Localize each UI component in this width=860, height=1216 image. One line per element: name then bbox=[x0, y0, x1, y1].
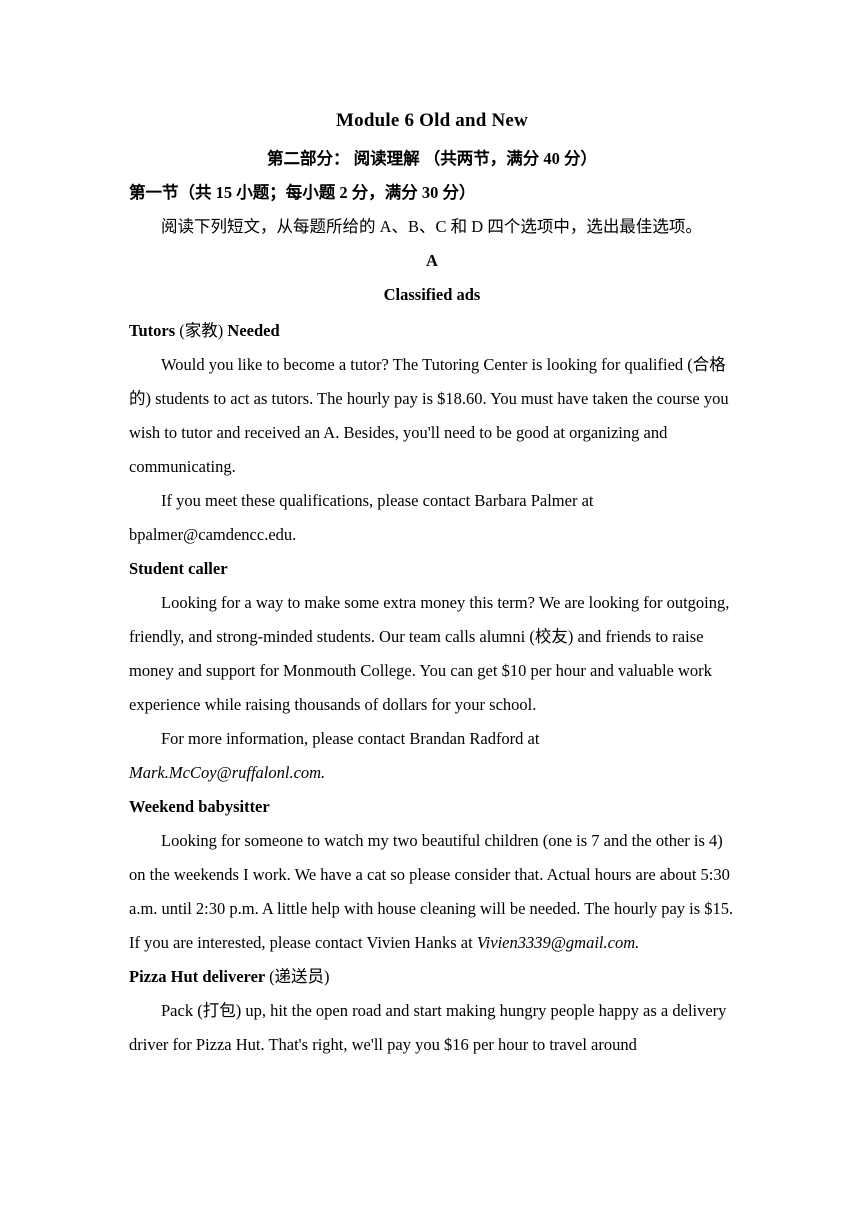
ad-paragraph: Pack (打包) up, hit the open road and star… bbox=[129, 1001, 727, 1054]
passage-title: Classified ads bbox=[383, 285, 481, 304]
ad-heading-annotation: (递送员) bbox=[269, 967, 330, 986]
ad-contact-intro: If you meet these qualifications, please… bbox=[161, 491, 594, 510]
ad-heading-annotation: (家教) bbox=[179, 321, 224, 340]
ad-heading-pre: Tutors bbox=[129, 321, 180, 340]
section-heading: 第一节（共 15 小题；每小题 2 分，满分 30 分） bbox=[129, 183, 476, 202]
ad-heading: Tutors (家教) Needed bbox=[129, 314, 735, 348]
ad-paragraph: Looking for someone to watch my two beau… bbox=[129, 831, 734, 918]
passage-letter: A bbox=[426, 251, 438, 270]
document-page: Module 6 Old and New 第二部分： 阅读理解 （共两节，满分 … bbox=[0, 0, 860, 1216]
ad-block-student-caller: Student caller Looking for a way to make… bbox=[129, 552, 735, 790]
ad-heading-pre: Student caller bbox=[129, 559, 228, 578]
ad-heading-pre: Weekend babysitter bbox=[129, 797, 270, 816]
page-title: Module 6 Old and New bbox=[336, 110, 528, 131]
ad-heading: Student caller bbox=[129, 552, 735, 586]
part-heading: 第二部分： 阅读理解 （共两节，满分 40 分） bbox=[267, 149, 597, 168]
ad-heading-post: Needed bbox=[223, 321, 280, 340]
ad-heading: Pizza Hut deliverer (递送员) bbox=[129, 960, 735, 994]
ad-contact-email: Vivien3339@gmail.com. bbox=[476, 933, 640, 952]
ad-contact-intro: If you are interested, please contact Vi… bbox=[129, 933, 477, 952]
ad-contact-email: Mark.McCoy@ruffalonl.com. bbox=[129, 763, 326, 782]
instruction-text: 阅读下列短文，从每题所给的 A、B、C 和 D 四个选项中，选出最佳选项。 bbox=[161, 217, 702, 236]
ad-paragraph: Looking for a way to make some extra mon… bbox=[129, 593, 730, 714]
ad-block-tutors: Tutors (家教) Needed Would you like to bec… bbox=[129, 314, 735, 552]
ad-paragraph: Would you like to become a tutor? The Tu… bbox=[129, 355, 729, 476]
ad-heading-pre: Pizza Hut deliverer bbox=[129, 967, 270, 986]
ad-contact-line: If you are interested, please contact Vi… bbox=[129, 926, 735, 960]
ad-contact-email: bpalmer@camdencc.edu. bbox=[129, 525, 297, 544]
ad-heading: Weekend babysitter bbox=[129, 790, 735, 824]
ad-block-babysitter: Weekend babysitter Looking for someone t… bbox=[129, 790, 735, 960]
ad-block-pizza-hut: Pizza Hut deliverer (递送员) Pack (打包) up, … bbox=[129, 960, 735, 1062]
ad-contact-intro: For more information, please contact Bra… bbox=[161, 729, 540, 748]
